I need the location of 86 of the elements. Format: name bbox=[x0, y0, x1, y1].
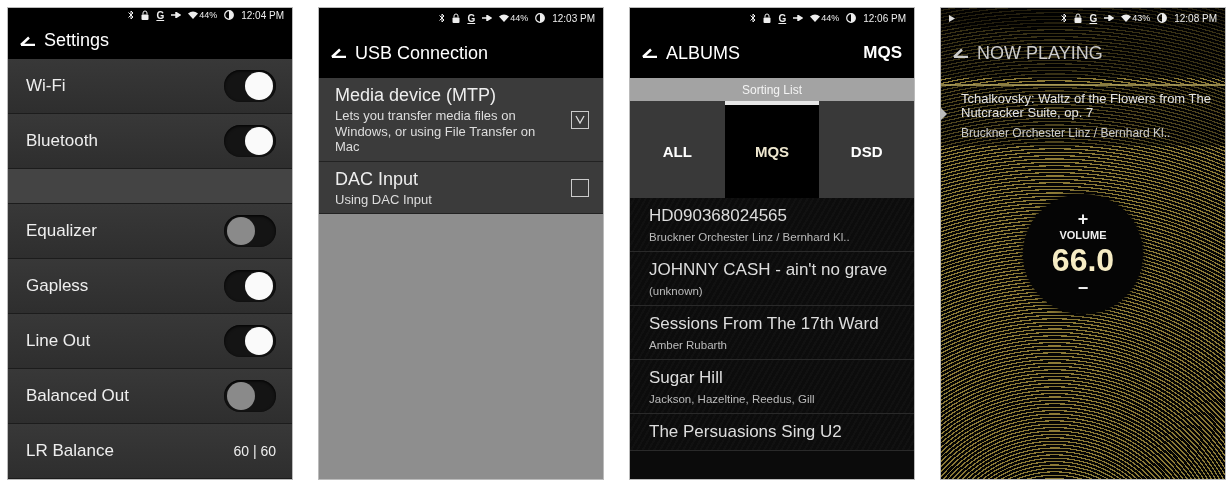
setting-label: Balanced Out bbox=[26, 386, 130, 406]
wifi-icon bbox=[188, 11, 199, 20]
toggle-switch[interactable] bbox=[224, 70, 276, 102]
mode-indicator: G bbox=[156, 9, 165, 21]
status-time: 12:06 PM bbox=[863, 12, 906, 24]
setting-label: Line Out bbox=[26, 331, 92, 351]
sorting-list-bar: Sorting List bbox=[630, 78, 914, 101]
bluetooth-icon bbox=[128, 10, 135, 21]
checkbox[interactable] bbox=[571, 110, 589, 129]
filter-tab[interactable]: ALL bbox=[630, 101, 725, 198]
half-circle-icon bbox=[224, 10, 235, 21]
toggle-switch[interactable] bbox=[224, 270, 276, 302]
check-icon bbox=[575, 115, 585, 125]
mode-indicator: G bbox=[467, 12, 476, 24]
bluetooth-icon bbox=[750, 13, 757, 23]
battery-level: 43% bbox=[1132, 13, 1151, 23]
setting-label: Bluetooth bbox=[26, 131, 99, 151]
status-time: 12:03 PM bbox=[552, 12, 595, 24]
toggle-switch[interactable] bbox=[224, 325, 276, 357]
toggle-switch[interactable] bbox=[224, 380, 276, 412]
setting-label: Wi-Fi bbox=[26, 76, 67, 96]
bluetooth-icon bbox=[439, 13, 446, 23]
back-icon[interactable] bbox=[953, 48, 969, 58]
setting-label: LR Balance bbox=[26, 441, 115, 461]
filter-button[interactable]: MQS bbox=[863, 43, 902, 63]
screen-title: NOW PLAYING bbox=[977, 42, 1103, 64]
lock-icon bbox=[141, 10, 150, 21]
bluetooth-icon bbox=[1061, 13, 1068, 23]
volume-dial[interactable]: + VOLUME 66.0 − bbox=[1023, 193, 1143, 314]
album-artist: Bruckner Orchester Linz / Bernhard Kl.. bbox=[649, 231, 851, 243]
toggle-switch[interactable] bbox=[224, 125, 276, 157]
album-title: Sugar Hill bbox=[649, 368, 724, 388]
volume-down-button[interactable]: − bbox=[1077, 279, 1089, 298]
album-item[interactable]: Sugar Hill Jackson, Hazeltine, Reedus, Gill bbox=[630, 360, 914, 414]
album-artist: (unknown) bbox=[649, 285, 704, 297]
checkbox[interactable] bbox=[571, 179, 589, 198]
arrow-icon bbox=[171, 12, 182, 19]
album-title: HD090368024565 bbox=[649, 206, 788, 226]
option-description: Using DAC Input bbox=[335, 191, 433, 208]
volume-label: VOLUME bbox=[1059, 229, 1107, 242]
setting-label: Gapless bbox=[26, 276, 90, 296]
play-icon bbox=[949, 14, 955, 22]
mode-indicator: G bbox=[778, 12, 787, 24]
half-circle-icon bbox=[846, 13, 857, 23]
track-artist: Bruckner Orchester Linz / Bernhard Kl.. bbox=[961, 125, 1172, 140]
album-title: The Persuasions Sing U2 bbox=[649, 422, 843, 442]
half-circle-icon bbox=[535, 13, 546, 23]
arrow-icon bbox=[1104, 15, 1115, 21]
setting-label: Equalizer bbox=[26, 221, 98, 241]
battery-level: 44% bbox=[199, 10, 218, 21]
arrow-icon bbox=[482, 15, 493, 21]
battery-level: 44% bbox=[510, 13, 529, 23]
wifi-icon bbox=[499, 14, 510, 22]
album-artist: Amber Rubarth bbox=[649, 339, 728, 351]
status-time: 12:04 PM bbox=[241, 9, 284, 21]
volume-up-button[interactable]: + bbox=[1077, 210, 1089, 229]
album-title: JOHNNY CASH - ain't no grave bbox=[649, 260, 889, 280]
setting-value: 60 | 60 bbox=[233, 443, 276, 459]
filter-tab[interactable]: DSD bbox=[819, 101, 914, 198]
wifi-icon bbox=[810, 14, 821, 22]
screen-title: USB Connection bbox=[355, 42, 489, 64]
arrow-icon bbox=[793, 15, 804, 21]
option-title: DAC Input bbox=[335, 168, 420, 190]
album-title: Sessions From The 17th Ward bbox=[649, 314, 880, 334]
drawer-handle-icon[interactable] bbox=[941, 108, 947, 120]
lock-icon bbox=[452, 13, 461, 23]
mode-indicator: G bbox=[1089, 12, 1098, 24]
volume-value: 66.0 bbox=[1051, 242, 1115, 280]
lock-icon bbox=[1074, 13, 1083, 23]
album-item[interactable]: The Persuasions Sing U2 bbox=[630, 414, 914, 451]
toggle-switch[interactable] bbox=[224, 215, 276, 247]
album-item[interactable]: JOHNNY CASH - ain't no grave (unknown) bbox=[630, 252, 914, 306]
album-item[interactable]: HD090368024565 Bruckner Orchester Linz / Bernhard Kl.. bbox=[630, 198, 914, 252]
screen-title: ALBUMS bbox=[666, 42, 741, 64]
half-circle-icon bbox=[1157, 13, 1168, 23]
status-time: 12:08 PM bbox=[1174, 12, 1217, 24]
screen-title: Settings bbox=[44, 30, 110, 52]
track-title: Tchalkovsky: Waltz of the Flowers from The Nutcracker Suite, op. 7 bbox=[961, 92, 1212, 121]
battery-level: 44% bbox=[821, 13, 840, 23]
album-item[interactable]: Sessions From The 17th Ward Amber Rubarth bbox=[630, 306, 914, 360]
lock-icon bbox=[763, 13, 772, 23]
wifi-icon bbox=[1121, 14, 1132, 22]
option-description: Lets you transfer media files on Windows, or using File Transfer on Mac bbox=[335, 108, 537, 155]
filter-tab[interactable]: MQS bbox=[724, 101, 820, 198]
option-title: Media device (MTP) bbox=[335, 85, 498, 106]
album-artist: Jackson, Hazeltine, Reedus, Gill bbox=[649, 393, 816, 405]
